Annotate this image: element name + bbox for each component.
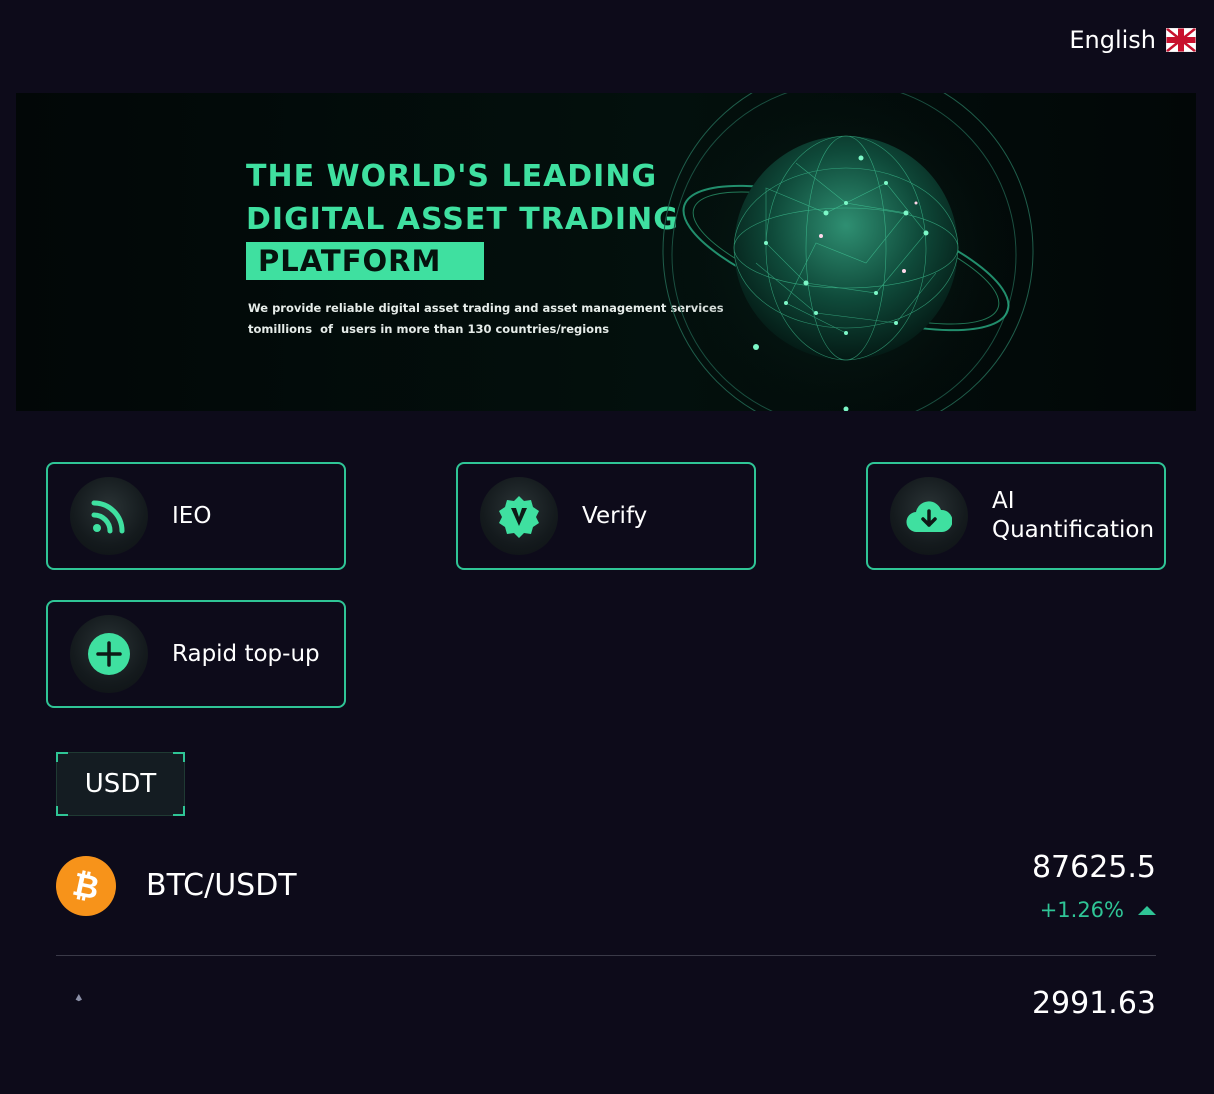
rapid-top-up-label: Rapid top-up bbox=[172, 640, 320, 667]
price-change: +1.26% bbox=[1040, 898, 1156, 922]
ieo-label: IEO bbox=[172, 502, 212, 529]
ethereum-icon bbox=[75, 994, 82, 1002]
market-row-btc[interactable]: ₿ BTC/USDT 87625.5 +1.26% bbox=[56, 850, 1156, 956]
language-label: English bbox=[1069, 26, 1156, 54]
banner-title-line-1: THE WORLD'S LEADING bbox=[246, 159, 658, 194]
uk-flag-icon bbox=[1166, 28, 1196, 52]
banner-title: THE WORLD'S LEADING DIGITAL ASSET TRADIN… bbox=[246, 155, 679, 241]
last-price: 87625.5 bbox=[1031, 850, 1156, 885]
rapid-top-up-button[interactable]: Rapid top-up bbox=[46, 600, 346, 708]
price-change-value: +1.26% bbox=[1039, 898, 1124, 922]
cloud-download-icon bbox=[890, 477, 968, 555]
tab-corner bbox=[56, 752, 68, 762]
tab-corner bbox=[56, 806, 68, 816]
verified-badge-icon bbox=[480, 477, 558, 555]
verify-label: Verify bbox=[582, 502, 648, 529]
tab-usdt-label: USDT bbox=[84, 769, 157, 799]
banner-title-line-2: DIGITAL ASSET TRADING bbox=[246, 202, 679, 237]
up-arrow-icon bbox=[1138, 905, 1156, 915]
row-divider bbox=[56, 955, 1156, 956]
rss-feed-icon bbox=[70, 477, 148, 555]
globe-illustration bbox=[656, 93, 1036, 411]
verify-button[interactable]: Verify bbox=[456, 462, 756, 570]
pair-name: BTC/USDT bbox=[146, 868, 297, 903]
banner-highlight: PLATFORM bbox=[246, 242, 484, 280]
tab-corner bbox=[173, 752, 185, 762]
ai-quantification-button[interactable]: AI Quantification bbox=[866, 462, 1166, 570]
bitcoin-icon: ₿ bbox=[56, 856, 116, 916]
language-switcher[interactable]: English bbox=[1069, 26, 1196, 54]
tab-corner bbox=[173, 806, 185, 816]
hero-banner[interactable]: THE WORLD'S LEADING DIGITAL ASSET TRADIN… bbox=[16, 93, 1196, 411]
plus-circle-icon bbox=[70, 615, 148, 693]
ieo-button[interactable]: IEO bbox=[46, 462, 346, 570]
ai-quantification-label: AI Quantification bbox=[992, 488, 1155, 543]
market-row-eth[interactable]: 2991.63 bbox=[56, 986, 1156, 1094]
tab-usdt[interactable]: USDT bbox=[56, 752, 185, 816]
